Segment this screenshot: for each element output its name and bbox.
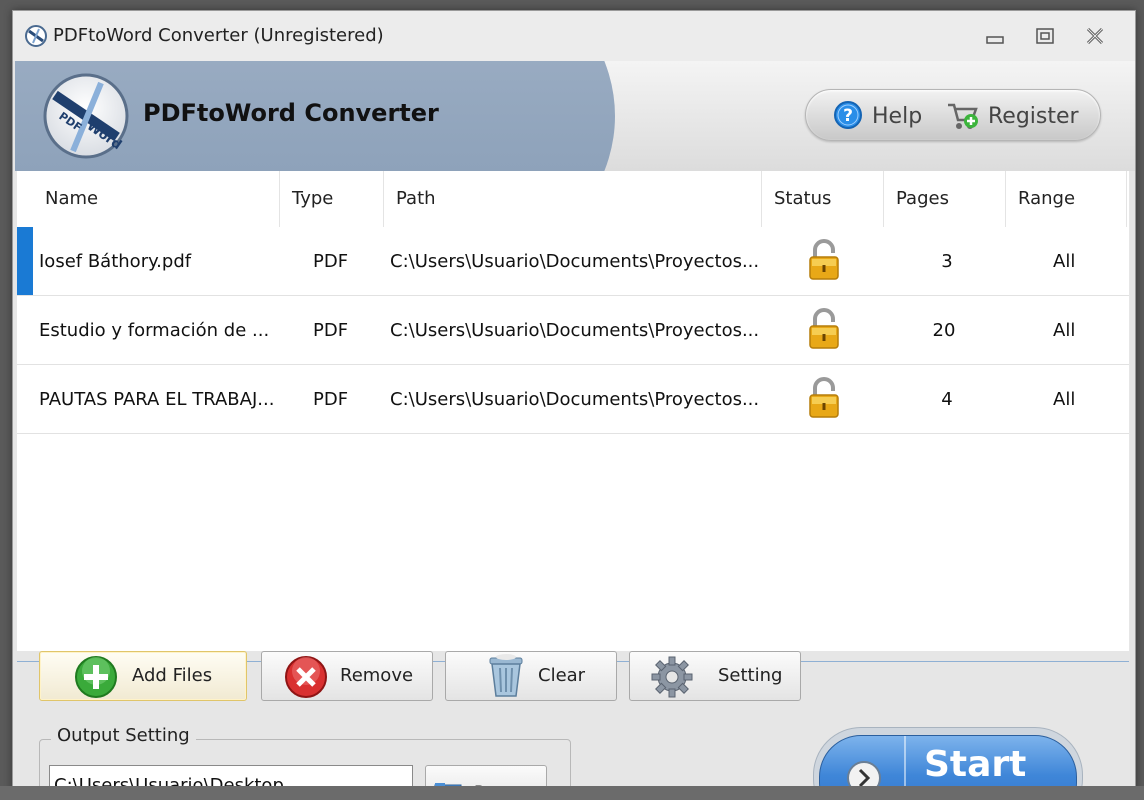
row-path: C:\Users\Usuario\Documents\Proyectos... <box>390 251 760 272</box>
minimize-icon[interactable] <box>983 25 1007 47</box>
lock-icon <box>809 308 839 349</box>
brand-title: PDFtoWord Converter <box>143 99 439 127</box>
row-pages: 3 <box>941 251 953 272</box>
help-icon: ? <box>834 101 862 129</box>
svg-text:?: ? <box>843 106 853 126</box>
help-label: Help <box>872 103 923 129</box>
output-setting-legend: Output Setting <box>51 725 196 746</box>
column-header-range[interactable]: Range <box>1006 171 1127 227</box>
add-icon <box>75 656 117 698</box>
lock-icon <box>809 239 839 280</box>
app-window: PDFtoWord Converter (Unregistered) PDF W… <box>12 10 1136 800</box>
column-header-status[interactable]: Status <box>762 171 884 227</box>
register-button[interactable]: Register <box>946 100 1079 132</box>
lock-icon <box>809 377 839 418</box>
table-header: Name Type Path Status Pages Range <box>17 171 1129 227</box>
row-name: Iosef Báthory.pdf <box>39 251 192 272</box>
column-header-name[interactable]: Name <box>33 171 280 227</box>
row-name: PAUTAS PARA EL TRABAJ... <box>39 389 275 410</box>
trash-icon <box>489 654 523 697</box>
column-header-pages[interactable]: Pages <box>884 171 1006 227</box>
table-row[interactable]: Iosef Báthory.pdf PDF C:\Users\Usuario\D… <box>17 227 1129 296</box>
clear-label: Clear <box>538 665 586 686</box>
clear-button[interactable]: Clear <box>445 651 617 701</box>
add-files-button[interactable]: Add Files <box>39 651 247 701</box>
title-bar: PDFtoWord Converter (Unregistered) <box>13 11 1135 61</box>
register-label: Register <box>988 103 1079 129</box>
logo-icon: PDF Word <box>43 73 129 159</box>
setting-label: Setting <box>718 665 783 686</box>
row-path: C:\Users\Usuario\Documents\Proyectos... <box>390 389 760 410</box>
file-table[interactable]: Name Type Path Status Pages Range Iosef … <box>17 171 1129 651</box>
cart-icon <box>948 103 978 129</box>
column-header-type[interactable]: Type <box>280 171 384 227</box>
header-banner: PDF Word PDFtoWord Converter ? Help Regi… <box>15 61 1135 171</box>
row-type: PDF <box>313 320 349 341</box>
row-range: All <box>1053 389 1076 410</box>
help-register-bar: ? Help Register <box>805 89 1101 141</box>
row-type: PDF <box>313 251 349 272</box>
remove-button[interactable]: Remove <box>261 651 433 701</box>
remove-icon <box>285 656 327 698</box>
row-path: C:\Users\Usuario\Documents\Proyectos... <box>390 320 760 341</box>
row-range: All <box>1053 320 1076 341</box>
remove-label: Remove <box>340 665 414 686</box>
row-pages: 20 <box>932 320 956 341</box>
setting-button[interactable]: Setting <box>629 651 801 701</box>
row-type: PDF <box>313 389 349 410</box>
window-title: PDFtoWord Converter (Unregistered) <box>53 25 384 46</box>
table-row[interactable]: Estudio y formación de ... PDF C:\Users\… <box>17 296 1129 365</box>
gear-icon <box>651 656 693 698</box>
column-header-path[interactable]: Path <box>384 171 762 227</box>
close-icon[interactable] <box>1083 25 1107 47</box>
app-icon <box>25 25 47 47</box>
table-row[interactable]: PAUTAS PARA EL TRABAJ... PDF C:\Users\Us… <box>17 365 1129 434</box>
row-selection-indicator <box>17 227 33 295</box>
row-pages: 4 <box>941 389 953 410</box>
row-range: All <box>1053 251 1076 272</box>
help-button[interactable]: ? Help <box>832 100 922 132</box>
start-label: Start <box>924 744 1027 785</box>
maximize-icon[interactable] <box>1033 25 1057 47</box>
desktop-background-strip <box>0 786 1144 800</box>
row-name: Estudio y formación de ... <box>39 320 270 341</box>
add-files-label: Add Files <box>132 665 213 686</box>
